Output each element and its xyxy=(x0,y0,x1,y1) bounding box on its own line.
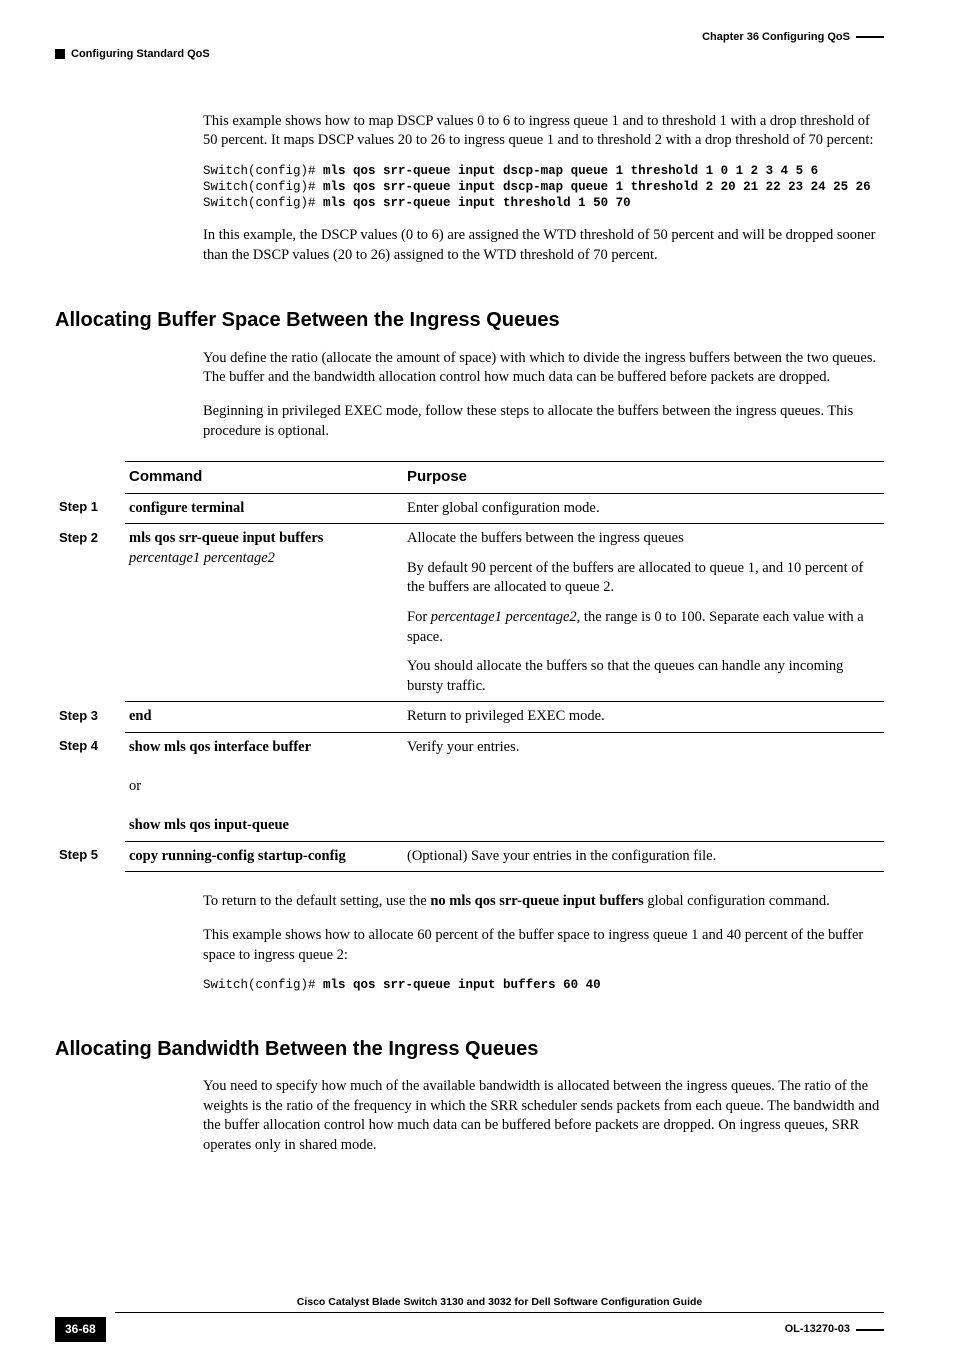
table-row: Step 3 end Return to privileged EXEC mod… xyxy=(55,702,884,733)
sec1-after-1: To return to the default setting, use th… xyxy=(203,892,884,912)
page-footer: Cisco Catalyst Blade Switch 3130 and 303… xyxy=(55,1295,884,1341)
command-cell: show mls qos interface buffer or show ml… xyxy=(125,732,403,841)
code-example-2: Switch(config)# mls qos srr-queue input … xyxy=(203,977,884,993)
page-header: Chapter 36 Configuring QoS xyxy=(55,30,884,45)
table-row: Step 2 mls qos srr-queue input buffers p… xyxy=(55,524,884,702)
purpose-cell: Verify your entries. xyxy=(403,732,884,841)
purpose-cell: Return to privileged EXEC mode. xyxy=(403,702,884,733)
heading-bandwidth: Allocating Bandwidth Between the Ingress… xyxy=(55,1036,884,1063)
chapter-label: Chapter 36 Configuring QoS xyxy=(702,30,884,45)
command-cell: mls qos srr-queue input buffers percenta… xyxy=(125,524,403,702)
command-cell: copy running-config startup-config xyxy=(125,841,403,872)
steps-table: Command Purpose Step 1 configure termina… xyxy=(55,461,884,872)
intro-paragraph-1: This example shows how to map DSCP value… xyxy=(203,112,884,151)
page-number-badge: 36-68 xyxy=(55,1317,106,1341)
code-example-1: Switch(config)# mls qos srr-queue input … xyxy=(203,163,884,212)
command-cell: end xyxy=(125,702,403,733)
step-label: Step 5 xyxy=(55,841,125,872)
step-label: Step 2 xyxy=(55,524,125,702)
table-header-purpose: Purpose xyxy=(403,462,884,493)
purpose-cell: Enter global configuration mode. xyxy=(403,493,884,524)
intro-paragraph-2: In this example, the DSCP values (0 to 6… xyxy=(203,226,884,265)
sec1-paragraph-1: You define the ratio (allocate the amoun… xyxy=(203,349,884,388)
document-number: OL-13270-03 xyxy=(785,1322,884,1337)
step-label: Step 3 xyxy=(55,702,125,733)
section-label: Configuring Standard QoS xyxy=(55,47,884,62)
table-row: Step 4 show mls qos interface buffer or … xyxy=(55,732,884,841)
sec2-paragraph-1: You need to specify how much of the avai… xyxy=(203,1077,884,1155)
table-row: Step 1 configure terminal Enter global c… xyxy=(55,493,884,524)
purpose-cell: Allocate the buffers between the ingress… xyxy=(403,524,884,702)
table-row: Step 5 copy running-config startup-confi… xyxy=(55,841,884,872)
purpose-cell: (Optional) Save your entries in the conf… xyxy=(403,841,884,872)
heading-buffer-space: Allocating Buffer Space Between the Ingr… xyxy=(55,307,884,334)
sec1-after-2: This example shows how to allocate 60 pe… xyxy=(203,926,884,965)
sec1-paragraph-2: Beginning in privileged EXEC mode, follo… xyxy=(203,402,884,441)
command-cell: configure terminal xyxy=(125,493,403,524)
step-label: Step 1 xyxy=(55,493,125,524)
step-label: Step 4 xyxy=(55,732,125,841)
footer-title: Cisco Catalyst Blade Switch 3130 and 303… xyxy=(115,1295,884,1313)
table-header-command: Command xyxy=(125,462,403,493)
